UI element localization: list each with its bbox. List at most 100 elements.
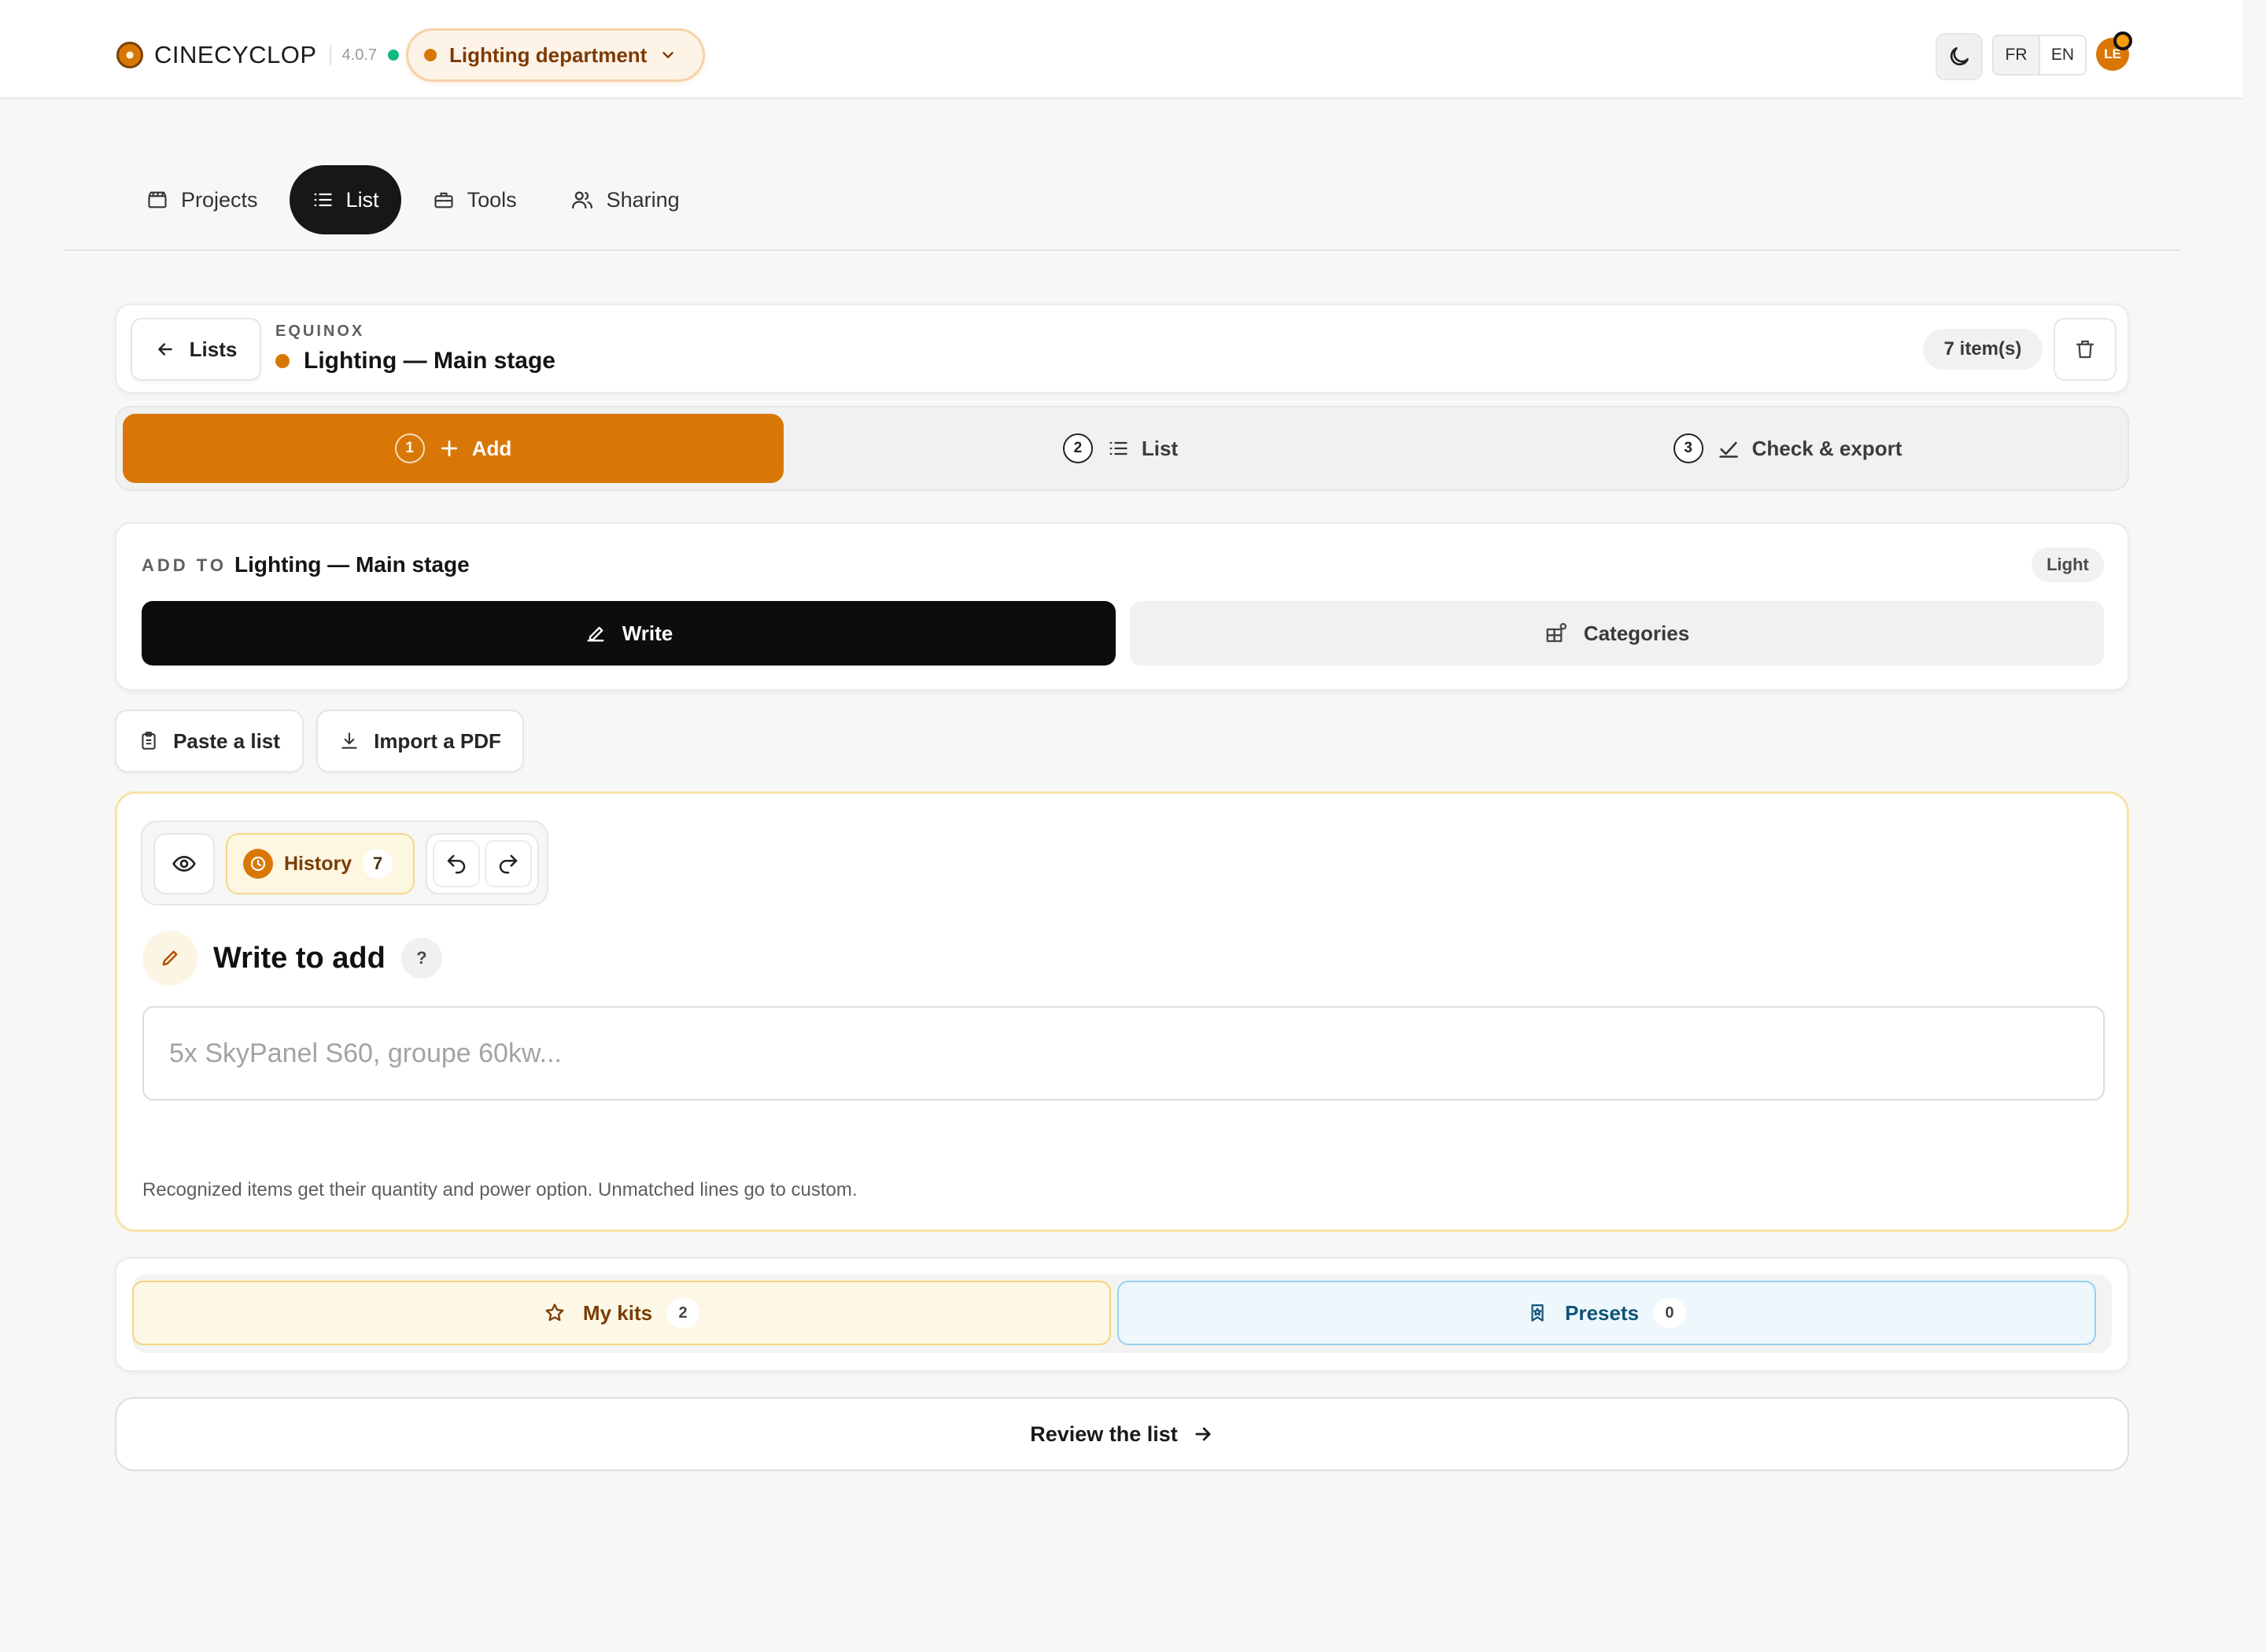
bookmark-icon: [1527, 1302, 1548, 1324]
my-kits-count: 2: [666, 1298, 700, 1328]
main-navigation: Projects List Tools Sharing: [124, 165, 711, 234]
toolbox-icon: [433, 189, 455, 211]
language-switcher: FR EN: [1992, 35, 2087, 76]
kits-presets-card: My kits 2 Presets 0: [115, 1257, 2129, 1372]
clipboard-icon: [138, 730, 159, 752]
add-to-card: ADD TO Lighting — Main stage Light Write…: [115, 522, 2129, 691]
moon-icon: [1947, 44, 1972, 69]
arrow-left-icon: [155, 339, 175, 360]
list-title: Lighting — Main stage: [275, 348, 555, 374]
pen-icon: [585, 622, 607, 644]
workflow-stepper: 1 Add 2 List 3 Check & export: [115, 406, 2129, 491]
step-list[interactable]: 2 List: [790, 414, 1451, 483]
paste-label: Paste a list: [173, 728, 280, 753]
step-number: 1: [394, 433, 425, 463]
tab-label: Sharing: [606, 187, 680, 212]
history-count: 7: [363, 849, 393, 879]
kits-toggle-group: My kits 2 Presets 0: [132, 1274, 2112, 1353]
write-to-add-card: History 7 Write to add ? Recognized item…: [115, 791, 2129, 1232]
step-label: Add: [471, 436, 512, 460]
back-to-lists-button[interactable]: Lists: [131, 318, 261, 381]
brand[interactable]: CINECYCLOP 4.0.7: [116, 38, 400, 72]
back-label: Lists: [189, 337, 238, 361]
star-icon: [544, 1302, 566, 1324]
department-type-badge: Light: [2032, 548, 2104, 582]
tab-label: List: [345, 187, 379, 212]
add-to-target: Lighting — Main stage: [234, 552, 470, 577]
tab-label: Tools: [467, 187, 517, 212]
presets-count: 0: [1652, 1298, 1686, 1328]
tab-label: Projects: [181, 187, 258, 212]
mode-categories-button[interactable]: Categories: [1130, 601, 2104, 666]
write-heading: Write to add ?: [142, 931, 442, 986]
paste-list-button[interactable]: Paste a list: [115, 710, 304, 773]
theme-toggle-button[interactable]: [1936, 33, 1983, 80]
department-selector[interactable]: Lighting department: [406, 28, 705, 82]
step-number: 2: [1062, 433, 1093, 463]
list-color-dot: [275, 354, 290, 368]
presets-label: Presets: [1565, 1300, 1639, 1325]
brand-logo-icon: [116, 42, 143, 68]
step-check-export[interactable]: 3 Check & export: [1457, 414, 2118, 483]
list-icon: [312, 189, 334, 211]
write-help-note: Recognized items get their quantity and …: [142, 1179, 858, 1200]
brand-name: CINECYCLOP: [154, 41, 317, 68]
navigation-divider: [65, 249, 2179, 251]
chevron-down-icon: [659, 46, 677, 64]
department-color-dot: [424, 49, 437, 61]
pdf-label: Import a PDF: [374, 728, 501, 753]
connection-status-dot: [388, 50, 400, 61]
arrow-right-icon: [1192, 1423, 1214, 1445]
brand-divider: [329, 45, 331, 65]
project-name: EQUINOX: [275, 323, 365, 340]
add-to-kicker: ADD TO: [142, 555, 227, 575]
check-icon: [1718, 437, 1740, 459]
review-list-button[interactable]: Review the list: [115, 1397, 2129, 1471]
pencil-icon: [142, 931, 197, 986]
import-pdf-button[interactable]: Import a PDF: [316, 710, 524, 773]
my-kits-label: My kits: [582, 1300, 653, 1325]
mode-write-button[interactable]: Write: [142, 601, 1116, 666]
step-label: List: [1141, 436, 1179, 460]
tab-tools[interactable]: Tools: [411, 165, 539, 234]
eye-icon: [172, 851, 197, 876]
tab-projects[interactable]: Projects: [124, 165, 280, 234]
write-toolbar: History 7: [141, 820, 548, 905]
help-button[interactable]: ?: [400, 938, 442, 979]
my-kits-button[interactable]: My kits 2: [132, 1281, 1111, 1345]
redo-icon: [496, 852, 520, 876]
list-header-card: Lists EQUINOX Lighting — Main stage 7 it…: [115, 304, 2129, 393]
tab-sharing[interactable]: Sharing: [548, 165, 702, 234]
mode-label: Categories: [1583, 621, 1690, 645]
download-icon: [339, 730, 360, 752]
language-en-button[interactable]: EN: [2039, 36, 2085, 74]
tab-list[interactable]: List: [289, 165, 401, 234]
preview-toggle-button[interactable]: [153, 833, 215, 894]
clapperboard-icon: [146, 189, 168, 211]
clock-icon: [243, 849, 273, 879]
step-add[interactable]: 1 Add: [123, 414, 784, 483]
plus-icon: [439, 438, 459, 459]
users-icon: [570, 188, 594, 212]
redo-button[interactable]: [485, 840, 533, 887]
step-number: 3: [1673, 433, 1703, 463]
top-bar: CINECYCLOP 4.0.7 Lighting department FR …: [0, 0, 2242, 99]
write-title: Write to add: [213, 941, 386, 975]
write-items-input[interactable]: [142, 1006, 2105, 1101]
history-button[interactable]: History 7: [226, 833, 415, 894]
item-count-badge: 7 item(s): [1923, 329, 2043, 370]
language-fr-button[interactable]: FR: [1994, 36, 2039, 74]
delete-list-button[interactable]: [2054, 318, 2117, 381]
undo-icon: [445, 852, 468, 876]
mode-label: Write: [622, 621, 674, 645]
trash-icon: [2073, 337, 2097, 361]
grid-icon: [1544, 621, 1568, 645]
undo-redo-group: [426, 833, 539, 894]
undo-button[interactable]: [432, 840, 480, 887]
department-label: Lighting department: [449, 42, 648, 67]
presets-button[interactable]: Presets 0: [1117, 1281, 2096, 1345]
review-label: Review the list: [1030, 1422, 1178, 1446]
step-label: Check & export: [1751, 436, 1902, 460]
app-version: 4.0.7: [341, 46, 378, 64]
list-name: Lighting — Main stage: [304, 348, 555, 374]
